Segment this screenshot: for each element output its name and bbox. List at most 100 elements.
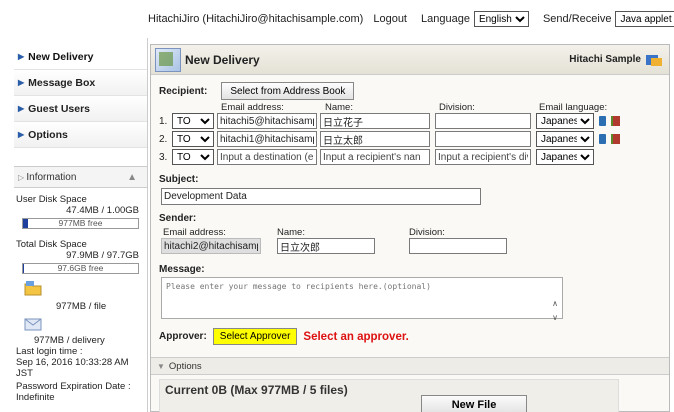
send-receive-select[interactable]: Java applet [615,11,674,27]
password-expiration-value: Indefinite [16,392,55,403]
trash-icon[interactable] [599,116,606,126]
sidebar-item-label: Message Box [28,76,96,89]
language-label: Language [421,13,470,25]
sidebar-item-options[interactable]: ▶ Options [14,122,147,148]
email-column-header: Email address: [221,102,284,113]
sender-label: Sender: [159,213,197,224]
brand-label: Hitachi Sample [569,54,641,65]
recipient-name-input[interactable] [320,149,430,165]
sidebar-item-label: Guest Users [28,102,91,115]
scroll-up-icon[interactable]: ∧ [549,297,561,311]
sender-email-label: Email address: [163,227,226,238]
user-disk-value: 47.4MB / 1.00GB [66,205,139,216]
sidebar-nav: ▶ New Delivery ▶ Message Box ▶ Guest Use… [14,44,147,148]
per-file-limit: 977MB / file [56,301,107,312]
recipient-division-input[interactable] [435,113,531,129]
recipient-label: Recipient: [159,85,208,97]
subject-input[interactable] [161,188,481,205]
logout-link[interactable]: Logout [373,13,407,25]
total-disk-label: Total Disk Space [16,239,87,250]
recipient-division-input[interactable] [435,131,531,147]
recipient-name-input[interactable] [320,113,430,129]
user-info: HitachiJiro (HitachiJiro@hitachisample.c… [148,13,364,25]
triangle-right-icon: ▶ [18,130,25,139]
address-book-icon[interactable] [611,134,620,144]
message-scrollbar[interactable]: ∧ ∨ [549,297,561,325]
recipient-language-select[interactable]: Japanese [536,149,594,165]
subject-label: Subject: [159,174,199,185]
triangle-right-icon: ▶ [18,104,25,113]
last-login-value: Sep 16, 2016 10:33:28 AM JST [16,357,129,379]
recipient-email-input[interactable] [217,113,317,129]
total-disk-bar: 97.6GB free [22,263,139,274]
user-disk-bar: 977MB free [22,218,139,229]
name-column-header: Name: [325,102,353,113]
recipient-language-select[interactable]: Japanese [536,131,594,147]
approver-label: Approver: [159,331,207,342]
total-disk-value: 97.9MB / 97.7GB [66,250,139,261]
page-title: New Delivery [185,52,260,67]
sender-name-label: Name: [277,227,305,238]
information-label: Information [26,171,77,183]
top-header: HitachiJiro (HitachiJiro@hitachisample.c… [148,0,674,38]
sender-name-input[interactable] [277,238,375,254]
recipient-type-select[interactable]: TO [172,131,214,147]
recipient-type-select[interactable]: TO [172,113,214,129]
sender-email-input [161,238,261,254]
recipient-row-3: 3. TO Japanese [159,149,594,165]
recipient-number: 3. [159,151,168,163]
select-address-book-button[interactable]: Select from Address Book [221,82,355,100]
recipient-email-input[interactable] [217,149,317,165]
per-delivery-limit: 977MB / delivery [34,335,105,346]
sidebar-item-label: New Delivery [28,50,94,63]
recipient-email-input[interactable] [217,131,317,147]
message-label: Message: [159,264,205,275]
last-login-label: Last login time : [16,346,83,357]
folder-icon [24,281,42,296]
brand-logo-icon [646,54,662,66]
new-file-button[interactable]: New File [421,395,527,412]
approver-warning: Select an approver. [303,330,409,343]
recipient-language-select[interactable]: Japanese [536,113,594,129]
address-book-icon[interactable] [611,116,620,126]
message-textarea[interactable] [161,277,563,319]
recipient-division-input[interactable] [435,149,531,165]
select-approver-button[interactable]: Select Approver [212,328,298,345]
information-toggle[interactable]: ▷ Information ▲ [14,166,147,188]
panel-header: New Delivery Hitachi Sample [151,45,669,75]
collapse-icon: ▲ [127,171,137,183]
sender-division-label: Division: [409,227,445,238]
user-disk-free: 977MB free [58,218,103,228]
sidebar-item-message-box[interactable]: ▶ Message Box [14,70,147,96]
recipient-row-1: 1. TO Japanese [159,113,620,129]
envelope-icon [24,318,42,331]
recipient-type-select[interactable]: TO [172,149,214,165]
new-delivery-panel: New Delivery Hitachi Sample Recipient: S… [150,44,670,412]
language-column-header: Email language: [539,102,608,113]
password-expiration-label: Password Expiration Date : [16,381,131,392]
disk-info: User Disk Space 47.4MB / 1.00GB 977MB fr… [14,194,147,403]
language-select[interactable]: English [473,11,529,27]
recipient-name-input[interactable] [320,131,430,147]
sidebar-item-new-delivery[interactable]: ▶ New Delivery [14,44,147,70]
send-receive-label: Send/Receive [542,13,612,25]
recipient-number: 2. [159,133,168,145]
options-toggle[interactable]: ▼ Options [151,357,669,375]
triangle-right-icon: ▶ [18,78,25,87]
division-column-header: Division: [439,102,475,113]
sender-division-input[interactable] [409,238,507,254]
sidebar: ▶ New Delivery ▶ Message Box ▶ Guest Use… [14,38,148,412]
trash-icon[interactable] [599,134,606,144]
total-disk-free: 97.6GB free [57,263,104,273]
approver-row: Approver: Select Approver Select an appr… [159,328,409,345]
current-files-status: Current 0B (Max 977MB / 5 files) [165,383,348,397]
scroll-down-icon[interactable]: ∨ [549,311,561,325]
triangle-right-icon: ▶ [18,52,25,61]
recipient-row-2: 2. TO Japanese [159,131,620,147]
recipient-number: 1. [159,115,168,127]
new-delivery-icon [155,47,181,72]
user-disk-label: User Disk Space [16,194,87,205]
sidebar-item-guest-users[interactable]: ▶ Guest Users [14,96,147,122]
sidebar-item-label: Options [28,128,68,141]
chevron-down-icon: ▼ [157,361,165,371]
